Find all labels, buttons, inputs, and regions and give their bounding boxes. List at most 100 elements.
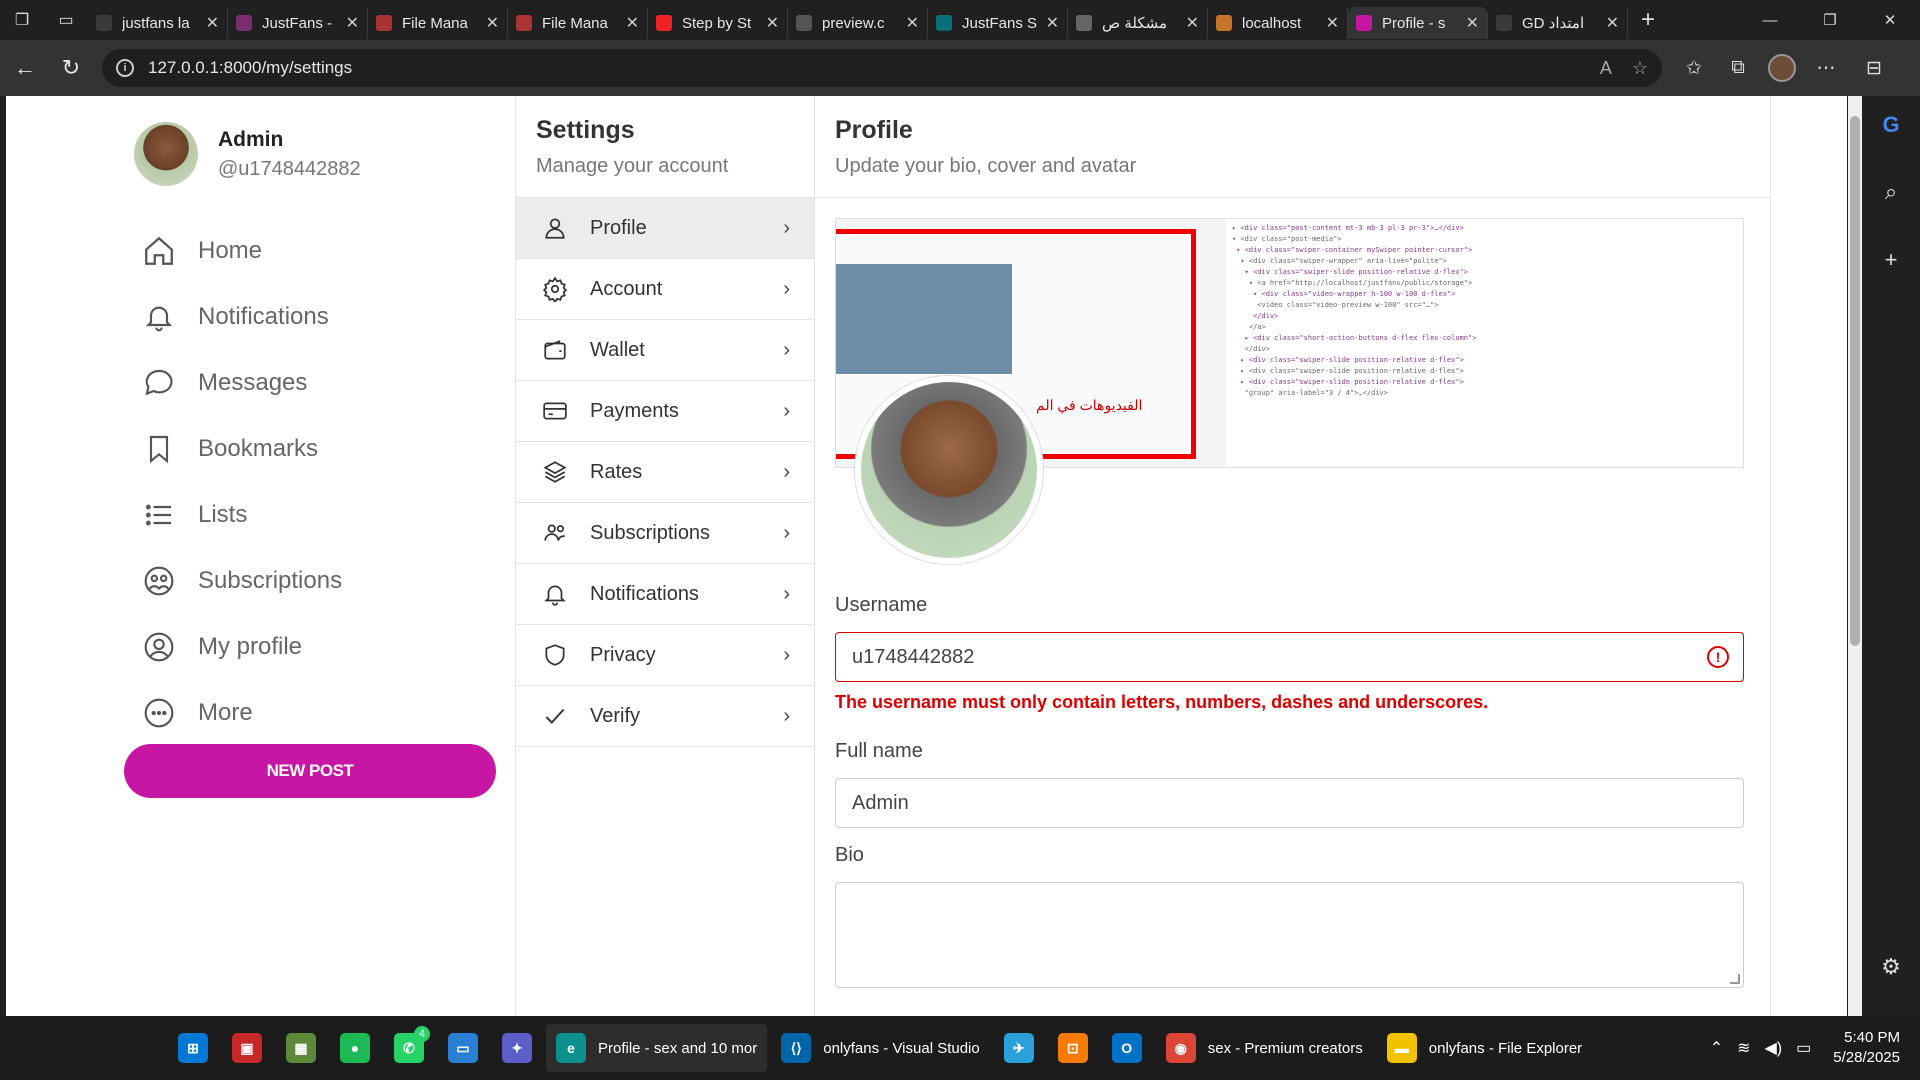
tab-close-icon[interactable]: ✕ [1606,13,1619,33]
sidebar-item-more[interactable]: More [140,680,342,746]
wifi-icon[interactable]: ≋ [1737,1038,1750,1058]
taskbar-app[interactable]: ✦ [492,1024,542,1072]
more-icon [140,694,178,732]
google-icon[interactable]: G [1871,106,1911,144]
tab-close-icon[interactable]: ✕ [486,13,499,33]
user-card[interactable]: Admin @u1748442882 [134,122,361,186]
profile-avatar[interactable] [1760,46,1804,90]
sidebar-item-home[interactable]: Home [140,218,342,284]
taskbar-app[interactable]: e Profile - sex and 10 mor [546,1024,768,1072]
tab-close-icon[interactable]: ✕ [1326,13,1339,33]
settings-item-profile[interactable]: Profile › [516,198,814,259]
tab-close-icon[interactable]: ✕ [1186,13,1199,33]
tab-close-icon[interactable]: ✕ [626,13,639,33]
page-scrollbar[interactable] [1848,96,1862,1016]
fullname-input[interactable]: Admin [835,778,1744,828]
url-field[interactable]: i 127.0.0.1:8000/my/settings A ☆ [102,49,1662,87]
tab-favicon-icon [96,15,112,31]
more-menu-icon[interactable]: ⋯ [1804,46,1848,90]
taskbar-app[interactable]: ◉ sex - Premium creators [1156,1024,1373,1072]
clock[interactable]: 5:40 PM 5/28/2025 [1833,1028,1900,1068]
sidebar-toggle-icon[interactable]: ⊟ [1852,46,1896,90]
battery-icon[interactable]: ▭ [1796,1038,1811,1058]
favorites-icon[interactable]: ✩ [1672,46,1716,90]
settings-gear-icon[interactable]: ⚙ [1871,949,1911,987]
tab-close-icon[interactable]: ✕ [766,13,779,33]
browser-tab[interactable]: JustFans - ✕ [228,7,368,39]
show-hidden-icons-icon[interactable]: ⌃ [1710,1038,1723,1058]
browser-tab[interactable]: File Mana ✕ [508,7,648,39]
taskbar-app[interactable]: O [1102,1024,1152,1072]
app-icon: ▦ [286,1033,316,1063]
resize-handle-icon[interactable] [1730,974,1740,984]
username-input[interactable]: u1748442882 ! [835,632,1744,682]
sidebar-item-notifications[interactable]: Notifications [140,284,342,350]
home-icon [140,232,178,270]
browser-tab[interactable]: JustFans S ✕ [928,7,1068,39]
browser-tab[interactable]: preview.c ✕ [788,7,928,39]
read-aloud-icon[interactable]: A [1600,58,1612,79]
new-post-button[interactable]: NEW POST [124,744,496,798]
settings-item-payments[interactable]: Payments › [516,381,814,442]
taskbar-app[interactable]: ✆ 4 [384,1024,434,1072]
search-icon[interactable]: ⌕ [1871,174,1911,212]
collections-icon[interactable]: ⧉ [1716,46,1760,90]
volume-icon[interactable]: ◀) [1765,1038,1783,1058]
add-icon[interactable]: + [1871,241,1911,279]
sidebar-item-my-profile[interactable]: My profile [140,614,342,680]
settings-item-rates[interactable]: Rates › [516,442,814,503]
tab-actions-icon[interactable]: ▭ [44,0,88,40]
back-button[interactable]: ← [2,45,48,91]
settings-item-notifications[interactable]: Notifications › [516,564,814,625]
sidebar-item-label: More [198,699,253,726]
taskbar-app[interactable]: ▣ [222,1024,272,1072]
taskbar-app[interactable]: ● [330,1024,380,1072]
avatar[interactable] [134,122,198,186]
scrollbar-thumb[interactable] [1850,116,1860,646]
sidebar-item-bookmarks[interactable]: Bookmarks [140,416,342,482]
tab-close-icon[interactable]: ✕ [1046,13,1059,33]
taskbar-app[interactable]: ▬ onlyfans - File Explorer [1377,1024,1592,1072]
taskbar-app[interactable]: ⊡ [1048,1024,1098,1072]
chevron-right-icon: › [783,643,790,666]
card-icon [540,398,570,424]
browser-tab[interactable]: GD امتداد ✕ [1488,7,1628,39]
browser-tab[interactable]: localhost ✕ [1208,7,1348,39]
browser-tab[interactable]: Step by St ✕ [648,7,788,39]
settings-item-wallet[interactable]: Wallet › [516,320,814,381]
settings-item-privacy[interactable]: Privacy › [516,625,814,686]
bio-textarea[interactable] [835,882,1744,988]
tab-close-icon[interactable]: ✕ [906,13,919,33]
tab-close-icon[interactable]: ✕ [346,13,359,33]
taskbar-app[interactable]: ▭ [438,1024,488,1072]
refresh-button[interactable]: ↻ [48,45,94,91]
settings-item-verify[interactable]: Verify › [516,686,814,747]
browser-tab[interactable]: Profile - s ✕ [1348,7,1488,39]
site-info-icon[interactable]: i [116,59,134,77]
settings-item-account[interactable]: Account › [516,259,814,320]
profile-avatar-image[interactable] [855,376,1043,564]
workspaces-icon[interactable]: ❐ [0,0,44,40]
browser-tab[interactable]: justfans la ✕ [88,7,228,39]
taskbar-app[interactable]: ▦ [276,1024,326,1072]
tab-label: Profile - s [1382,14,1446,32]
close-window-button[interactable]: ✕ [1860,0,1920,40]
taskbar-app[interactable]: ⟨⟩ onlyfans - Visual Studio [771,1024,989,1072]
settings-item-subscriptions[interactable]: Subscriptions › [516,503,814,564]
settings-item-label: Profile [590,216,647,239]
taskbar-app[interactable]: ✈ [994,1024,1044,1072]
sidebar-item-lists[interactable]: Lists [140,482,342,548]
minimize-button[interactable]: — [1740,0,1800,40]
browser-tab[interactable]: File Mana ✕ [368,7,508,39]
tab-close-icon[interactable]: ✕ [206,13,219,33]
tab-close-icon[interactable]: ✕ [1466,13,1479,33]
sidebar-item-subscriptions[interactable]: Subscriptions [140,548,342,614]
favorite-star-icon[interactable]: ☆ [1632,58,1648,79]
sidebar-item-messages[interactable]: Messages [140,350,342,416]
app-icon: ◉ [1165,1033,1196,1063]
taskbar-app[interactable]: ⊞ [168,1024,218,1072]
taskbar-app-label: Profile - sex and 10 mor [598,1039,758,1057]
new-tab-button[interactable]: + [1628,0,1668,40]
restore-button[interactable]: ❐ [1800,0,1860,40]
browser-tab[interactable]: مشكلة ص ✕ [1068,7,1208,39]
